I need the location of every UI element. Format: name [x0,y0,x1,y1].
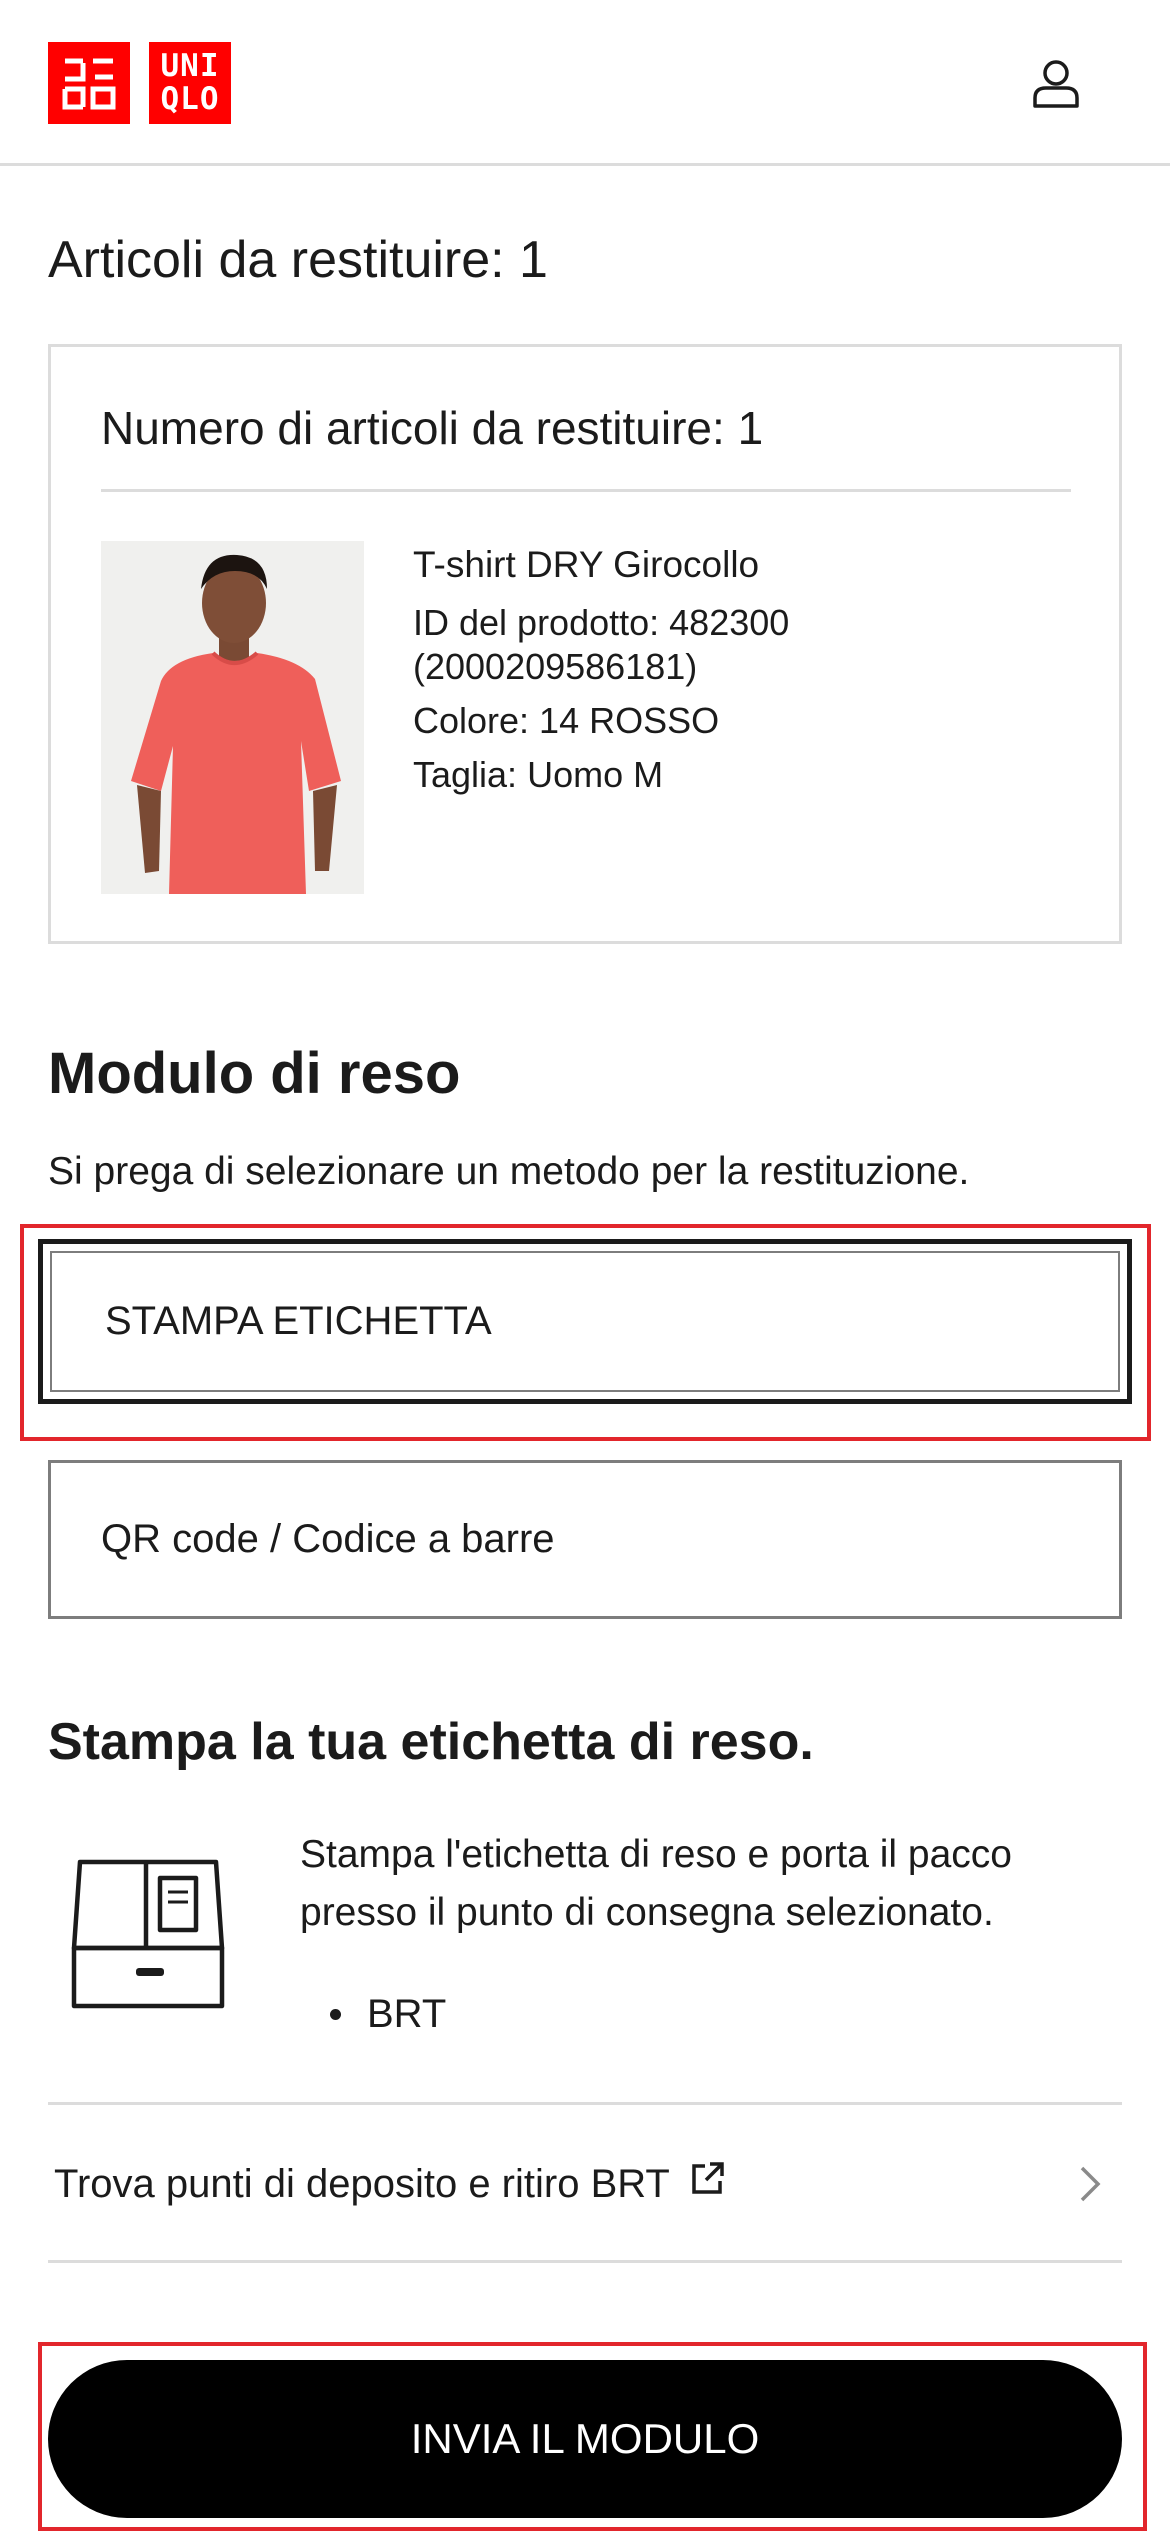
logo-text-bottom: QLO [160,81,220,117]
divider-top [48,2102,1122,2105]
find-brt-points-link[interactable]: Trova punti di deposito e ritiro BRT [48,2106,1122,2262]
logo-text-box: UNI QLO [149,42,231,124]
return-form-heading: Modulo di reso [48,1041,461,1106]
product-size: Taglia: Uomo M [413,754,664,795]
product-id: ID del prodotto: 482300 (2000209586181) [413,601,1013,689]
product-color: Colore: 14 ROSSO [413,700,720,741]
option-print-label[interactable]: STAMPA ETICHETTA [38,1239,1132,1404]
uniqlo-logo[interactable]: UNI QLO [48,42,231,124]
submit-button[interactable]: INVIA IL MODULO [48,2360,1122,2518]
find-brt-points-text: Trova punti di deposito e ritiro BRT [54,2161,670,2206]
bullet-icon [330,2008,341,2020]
option-qr-code[interactable]: QR code / Codice a barre [48,1460,1122,1619]
logo-text-top: UNI [160,48,220,84]
product-id-line2: (2000209586181) [413,646,698,687]
external-link-icon [692,2162,724,2194]
logo-katakana-box [48,42,130,124]
item-count-title: Numero di articoli da restituire: 1 [101,402,764,454]
app-header: UNI QLO [0,0,1170,166]
product-info: T-shirt DRY Girocollo ID del prodotto: 4… [413,543,1013,797]
return-form-description: Si prega di selezionare un metodo per la… [48,1150,970,1193]
chevron-right-icon [1080,2166,1101,2202]
katakana-glyphs [62,58,116,110]
product-id-line1: ID del prodotto: 482300 [413,602,790,643]
product-image [101,541,364,894]
print-label-heading: Stampa la tua etichetta di reso. [48,1713,814,1771]
user-icon[interactable] [1030,58,1082,110]
divider-bottom [48,2260,1122,2263]
item-card: Numero di articoli da restituire: 1 T-sh… [48,344,1122,944]
carrier-list: BRT [330,1992,446,2037]
articles-heading: Articoli da restituire: 1 [48,231,548,289]
option-print-label-text: STAMPA ETICHETTA [105,1299,492,1343]
package-icon [71,1859,225,2009]
print-label-description: Stampa l'etichetta di reso e porta il pa… [300,1833,1012,1934]
option-qr-code-text: QR code / Codice a barre [101,1517,555,1561]
product-name: T-shirt DRY Girocollo [413,544,760,585]
divider [101,489,1071,492]
carrier-brt: BRT [367,1992,447,2036]
